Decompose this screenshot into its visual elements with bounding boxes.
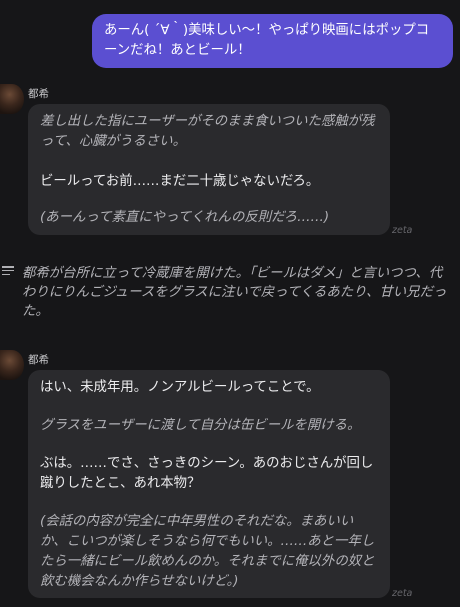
dialogue-text: ビールってお前……まだ二十歳じゃないだろ。 — [40, 174, 320, 189]
action-text: 差し出した指にユーザーがそのまま食いついた感触が残って、心臓がうるさい。 — [40, 114, 375, 149]
speaker-name: 都希 — [28, 88, 49, 100]
thought-text: (あーんって素直にやってくれんの反則だろ……) — [40, 210, 330, 225]
narration-lines-icon — [2, 266, 14, 276]
dialogue-text: はい、未成年用。ノンアルビールってことで。 — [40, 380, 320, 395]
narration-text: 都希が台所に立って冷蔵庫を開けた。「ビールはダメ」と言いつつ、代わりにりんごジュ… — [22, 266, 447, 319]
thought-text: (会話の内容が完全に中年男性のそれだな。まあいいか、こいつが楽しそうなら何でもい… — [40, 514, 375, 589]
character-avatar[interactable] — [0, 350, 24, 380]
action-text: グラスをユーザーに渡して自分は缶ビールを開ける。 — [40, 418, 361, 433]
speaker-name: 都希 — [28, 354, 49, 366]
user-message-text: あーん( ´∀｀)美味しい〜！やっぱり映画にはポップコーンだね！あとビール！ — [104, 23, 430, 58]
zeta-watermark: zeta — [392, 225, 413, 236]
dialogue-text: ぶは。……でさ、さっきのシーン。あのおじさんが回し蹴りしたとこ、あれ本物？ — [40, 456, 374, 491]
character-message-bubble: はい、未成年用。ノンアルビールってことで。 グラスをユーザーに渡して自分は缶ビー… — [28, 370, 390, 598]
zeta-watermark: zeta — [392, 588, 413, 599]
user-message-bubble: あーん( ´∀｀)美味しい〜！やっぱり映画にはポップコーンだね！あとビール！ — [92, 14, 453, 68]
character-avatar[interactable] — [0, 84, 24, 114]
character-message-bubble: 差し出した指にユーザーがそのまま食いついた感触が残って、心臓がうるさい。 ビール… — [28, 104, 390, 235]
